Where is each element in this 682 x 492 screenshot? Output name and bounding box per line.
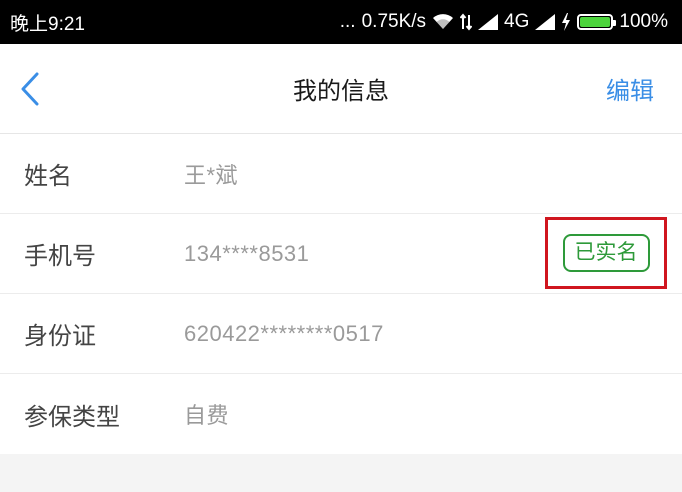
charging-icon (561, 13, 571, 31)
verified-badge: 已实名 (562, 234, 650, 272)
status-bar: 晚上9:21 ... 0.75K/s 4G 100% (0, 0, 682, 44)
data-transfer-icon (460, 13, 473, 31)
info-list: 姓名 王*斌 手机号 134****8531 身份证 620422*******… (0, 134, 682, 454)
highlight-box: 已实名 (545, 217, 667, 289)
row-value: 自费 (184, 403, 230, 428)
row-label: 参保类型 (24, 402, 120, 431)
row-label: 身份证 (24, 322, 96, 350)
battery-percent: 100% (619, 11, 668, 32)
status-time: 晚上9:21 (10, 13, 85, 35)
info-row-id-card: 身份证 620422********0517 (0, 294, 682, 374)
row-label: 姓名 (24, 162, 72, 190)
signal-icon (535, 14, 556, 30)
network-speed: 0.75K/s (361, 11, 427, 32)
row-label: 手机号 (24, 242, 96, 270)
edit-button[interactable]: 编辑 (606, 44, 654, 133)
status-indicators: ... 0.75K/s 4G 100% (340, 11, 668, 33)
network-type: 4G (504, 11, 530, 32)
wifi-icon (432, 13, 454, 31)
signal-icon (478, 14, 499, 30)
info-row-insurance-type: 参保类型 自费 (0, 374, 682, 454)
battery-fill (580, 17, 611, 27)
row-value: 620422********0517 (184, 320, 384, 346)
info-row-name: 姓名 王*斌 (0, 134, 682, 214)
screen: 晚上9:21 ... 0.75K/s 4G 100% 我的信息 编辑 姓名 王*… (0, 0, 682, 492)
row-value: 王*斌 (184, 162, 239, 188)
row-value: 134****8531 (184, 240, 310, 266)
battery-icon (577, 14, 617, 30)
status-dots: ... (339, 11, 356, 32)
nav-bar: 我的信息 编辑 (0, 44, 682, 134)
back-button[interactable] (14, 69, 46, 109)
chevron-left-icon (21, 72, 39, 106)
page-title: 我的信息 (293, 77, 389, 105)
